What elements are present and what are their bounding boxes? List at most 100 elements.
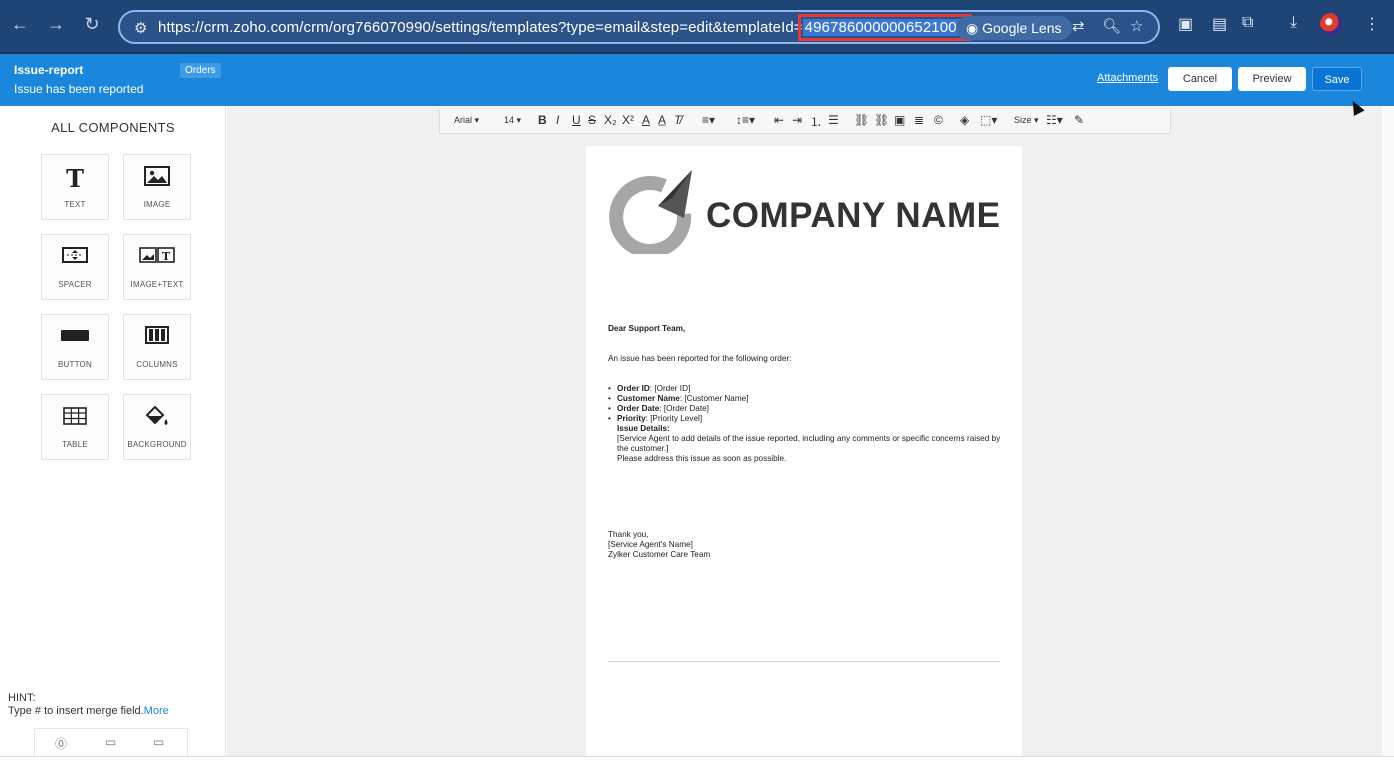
list-item: Customer Name: [Customer Name]	[608, 394, 1008, 404]
component-columns[interactable]: COLUMNS	[123, 314, 191, 380]
superscript-icon[interactable]: X²	[622, 113, 634, 127]
merge-field-hint: HINT: Type # to insert merge field.More	[8, 692, 169, 718]
font-color-icon[interactable]: A	[642, 113, 650, 127]
underline-icon[interactable]: U	[572, 113, 581, 127]
copyright-icon[interactable]: ©	[934, 113, 943, 127]
font-size-dropdown[interactable]: 14 ▾	[504, 115, 521, 126]
editor-canvas: Arial ▾ 14 ▾ B I U S X₂ X² A A̲ T̸ ≡▾ ↕≡…	[227, 106, 1382, 766]
signature-icon[interactable]: ✎	[1074, 113, 1084, 127]
google-lens-button[interactable]: ◉ Google Lens	[956, 16, 1072, 40]
strikethrough-icon[interactable]: S	[588, 113, 596, 127]
component-text[interactable]: T TEXT	[41, 154, 109, 220]
intro-line: An issue has been reported for the follo…	[608, 354, 792, 363]
profile-avatar[interactable]	[1320, 13, 1342, 35]
link-icon[interactable]: ⛓	[854, 113, 869, 127]
order-details-list: Order ID: [Order ID] Customer Name: [Cus…	[608, 384, 1008, 424]
greeting: Dear Support Team,	[608, 324, 686, 333]
component-label: BACKGROUND	[127, 440, 187, 449]
reload-button[interactable]: ↻	[80, 14, 104, 35]
list-item: Order Date: [Order Date]	[608, 404, 1008, 414]
help-icon[interactable]: ⓪	[55, 735, 67, 752]
fill-color-icon[interactable]: ◈	[960, 113, 969, 127]
subscript-icon[interactable]: X₂	[604, 113, 617, 127]
save-button[interactable]: Save	[1312, 67, 1362, 91]
book-icon[interactable]: ▭	[105, 735, 116, 749]
zoom-icon[interactable]: 🔍︎	[1102, 17, 1121, 35]
google-lens-label: Google Lens	[982, 20, 1062, 36]
component-label: COLUMNS	[136, 360, 178, 369]
component-label: IMAGE	[143, 200, 171, 209]
logo-text: COMPANY NAME	[706, 196, 1001, 235]
indent-icon[interactable]: ⇥	[792, 113, 802, 127]
preview-screen-icon[interactable]: ▭	[153, 735, 164, 749]
size-dropdown[interactable]: Size ▾	[1014, 115, 1039, 126]
border-icon[interactable]: ⬚▾	[980, 113, 997, 127]
canvas-scrollbar[interactable]	[1382, 106, 1394, 756]
formatting-toolbar: Arial ▾ 14 ▾ B I U S X₂ X² A A̲ T̸ ≡▾ ↕≡…	[439, 110, 1171, 134]
bookmark-star-icon[interactable]: ☆	[1130, 17, 1143, 35]
browser-toolbar: ← → ↻ ⚙ https://crm.zoho.com/crm/org7660…	[0, 0, 1394, 54]
email-body[interactable]: Dear Support Team, An issue has been rep…	[608, 324, 1008, 560]
company-logo[interactable]: COMPANY NAME	[606, 164, 1006, 254]
highlight-icon[interactable]: A̲	[658, 113, 666, 127]
align-icon[interactable]: ≡▾	[702, 113, 715, 127]
insert-image-icon[interactable]: ▣	[894, 113, 905, 127]
component-label: BUTTON	[58, 360, 92, 369]
columns-icon	[124, 325, 190, 355]
list-item: Priority: [Priority Level]	[608, 414, 1008, 424]
download-icon[interactable]: ⤓	[1290, 14, 1297, 32]
preview-button[interactable]: Preview	[1238, 67, 1306, 91]
svg-text:T: T	[162, 250, 171, 263]
closing-line: Thank you,	[608, 530, 649, 539]
component-background[interactable]: BACKGROUND	[123, 394, 191, 460]
translate-icon[interactable]: ⇄	[1072, 17, 1085, 35]
image-icon	[124, 165, 190, 195]
component-image-text[interactable]: T IMAGE+TEXT	[123, 234, 191, 300]
component-spacer[interactable]: SPACER	[41, 234, 109, 300]
table-format-icon[interactable]: ☷▾	[1046, 113, 1063, 127]
italic-icon[interactable]: I	[556, 113, 559, 127]
component-label: SPACER	[58, 280, 92, 289]
bold-icon[interactable]: B	[538, 113, 547, 127]
outdent-icon[interactable]: ⇤	[774, 113, 784, 127]
back-button[interactable]: ←	[8, 14, 32, 35]
request-line: Please address this issue as soon as pos…	[617, 454, 787, 463]
browser-menu-icon[interactable]: ⋮	[1364, 14, 1380, 34]
url-template-id: 4967860000006521006	[797, 14, 973, 41]
hint-more-link[interactable]: More	[144, 705, 169, 717]
unlink-icon[interactable]: ⛓	[874, 113, 889, 127]
font-family-dropdown[interactable]: Arial ▾	[454, 115, 479, 126]
extensions-puzzle-icon[interactable]: ⧉	[1242, 14, 1253, 32]
issue-details-label: Issue Details:	[617, 424, 670, 433]
extension-chart-icon[interactable]: ▤	[1212, 14, 1227, 34]
attachments-link[interactable]: Attachments	[1097, 72, 1158, 84]
cancel-button[interactable]: Cancel	[1168, 67, 1232, 91]
bullet-list-icon[interactable]: ☰	[828, 113, 839, 127]
numbered-list-icon[interactable]: ⒈	[810, 113, 822, 130]
address-bar[interactable]: ⚙ https://crm.zoho.com/crm/org766070990/…	[118, 10, 1160, 44]
button-icon	[42, 325, 108, 355]
email-template-page[interactable]: COMPANY NAME Dear Support Team, An issue…	[586, 146, 1022, 766]
footer-divider	[608, 661, 1000, 662]
extension-icon[interactable]: ▣	[1178, 14, 1193, 34]
hint-text: Type # to insert merge field.	[8, 705, 144, 717]
component-table[interactable]: TABLE	[41, 394, 109, 460]
component-label: TEXT	[64, 200, 86, 209]
forward-button[interactable]: →	[44, 14, 68, 35]
agent-name: [Service Agent's Name]	[608, 540, 693, 549]
line-height-icon[interactable]: ↕≡▾	[736, 113, 755, 127]
spacer-icon	[42, 245, 108, 275]
site-settings-icon[interactable]: ⚙	[134, 19, 147, 37]
url-text[interactable]: https://crm.zoho.com/crm/org766070990/se…	[158, 14, 973, 41]
table-icon	[42, 405, 108, 435]
component-image[interactable]: IMAGE	[123, 154, 191, 220]
component-button[interactable]: BUTTON	[41, 314, 109, 380]
text-icon: T	[42, 164, 108, 195]
paint-bucket-icon	[124, 405, 190, 435]
template-name[interactable]: Issue-report	[14, 63, 83, 77]
clear-format-icon[interactable]: T̸	[674, 113, 681, 127]
team-name: Zylker Customer Care Team	[608, 550, 711, 559]
horizontal-rule-icon[interactable]: ≣	[914, 113, 924, 127]
components-title: ALL COMPONENTS	[51, 120, 175, 135]
template-subject[interactable]: Issue has been reported	[14, 82, 143, 96]
